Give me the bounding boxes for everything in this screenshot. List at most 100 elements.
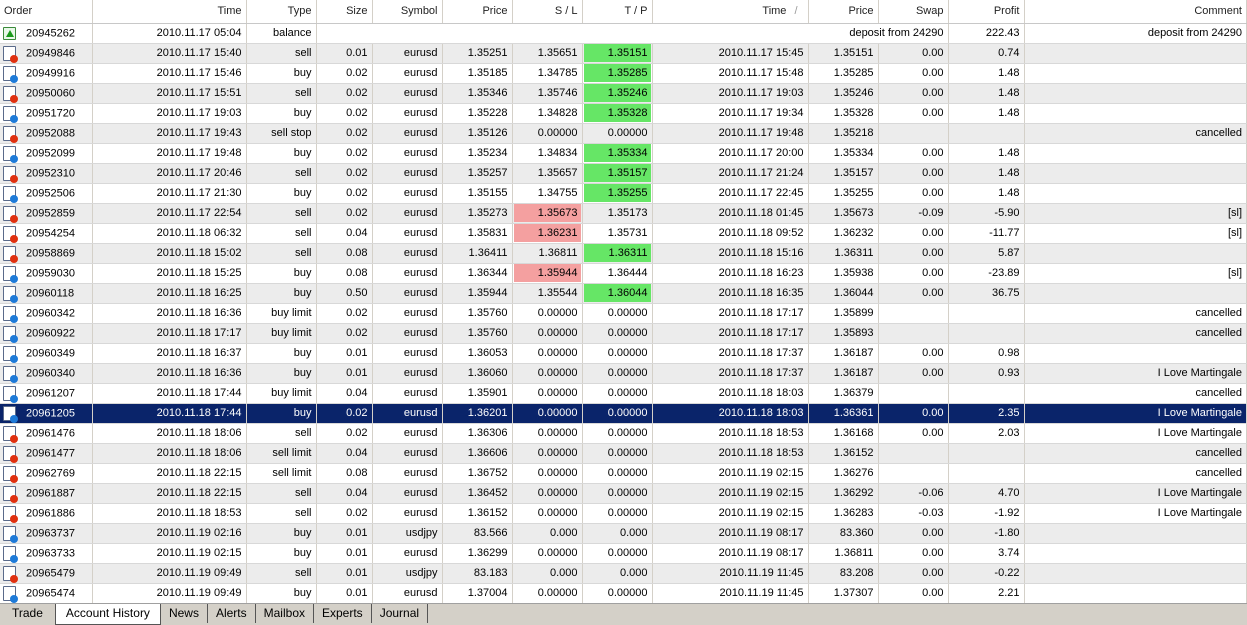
close-time-cell: 2010.11.18 18:53: [652, 423, 809, 444]
table-row[interactable]: 20961886 2010.11.18 18:53 sell 0.02 eurusd 1.…: [0, 503, 1247, 524]
table-row[interactable]: 20963737 2010.11.19 02:16 buy 0.01 usdjpy 83.…: [0, 523, 1247, 544]
comment-cell: [sl]: [1024, 203, 1247, 224]
profit-cell: 1.48: [948, 143, 1025, 164]
table-row[interactable]: 20952859 2010.11.17 22:54 sell 0.02 eurusd 1.…: [0, 203, 1247, 224]
column-label: Price: [482, 5, 508, 18]
column-header-close-price[interactable]: Price: [808, 0, 879, 24]
open-price-cell: 1.35831: [442, 223, 513, 244]
take-profit-cell: 1.35173: [582, 203, 653, 224]
open-price-cell: 1.36411: [442, 243, 513, 264]
open-price-cell: 1.35185: [442, 63, 513, 84]
comment-cell: [1024, 583, 1247, 604]
balance-row[interactable]: 20945262 2010.11.17 05:04 balance deposi…: [0, 23, 1247, 44]
column-header-profit[interactable]: Profit: [948, 0, 1025, 24]
column-header-order[interactable]: Order: [0, 0, 93, 24]
tab-account-history[interactable]: Account History: [54, 604, 161, 625]
open-time-cell: 2010.11.18 22:15: [92, 463, 247, 484]
size-cell: 0.01: [316, 343, 373, 364]
table-row[interactable]: 20961205 2010.11.18 17:44 buy 0.02 eurusd 1.3…: [0, 403, 1247, 424]
tab-mailbox[interactable]: Mailbox: [256, 604, 314, 623]
table-row[interactable]: 20960349 2010.11.18 16:37 buy 0.01 eurusd 1.3…: [0, 343, 1247, 364]
profit-cell: [948, 463, 1025, 484]
take-profit-cell: 1.35255: [582, 183, 653, 204]
table-row[interactable]: 20952506 2010.11.17 21:30 buy 0.02 eurusd 1.3…: [0, 183, 1247, 204]
table-row[interactable]: 20952088 2010.11.17 19:43 sell stop 0.02 eur…: [0, 123, 1247, 144]
column-header-take-profit[interactable]: T / P: [582, 0, 653, 24]
table-row[interactable]: 20963733 2010.11.19 02:15 buy 0.01 eurusd 1.3…: [0, 543, 1247, 564]
symbol-cell: usdjpy: [372, 563, 443, 584]
table-row[interactable]: 20961477 2010.11.18 18:06 sell limit 0.04 eu…: [0, 443, 1247, 464]
table-row[interactable]: 20958869 2010.11.18 15:02 sell 0.08 eurusd 1.…: [0, 243, 1247, 264]
open-price-cell: 83.183: [442, 563, 513, 584]
swap-cell: 0.00: [878, 83, 949, 104]
table-row[interactable]: 20961887 2010.11.18 22:15 sell 0.04 eurusd 1.…: [0, 483, 1247, 504]
table-row[interactable]: 20960922 2010.11.18 17:17 buy limit 0.02 eur…: [0, 323, 1247, 344]
table-row[interactable]: 20965479 2010.11.19 09:49 sell 0.01 usdjpy 83…: [0, 563, 1247, 584]
open-time-cell: 2010.11.17 19:43: [92, 123, 247, 144]
table-row[interactable]: 20954254 2010.11.18 06:32 sell 0.04 eurusd 1.…: [0, 223, 1247, 244]
column-header-size[interactable]: Size: [316, 0, 373, 24]
open-time-cell: 2010.11.18 16:25: [92, 283, 247, 304]
order-cell: 20952099: [0, 143, 93, 164]
stop-loss-cell: 1.34834: [512, 143, 583, 164]
swap-cell: [878, 463, 949, 484]
swap-cell: [878, 323, 949, 344]
type-cell: buy: [246, 583, 317, 604]
table-row[interactable]: 20960118 2010.11.18 16:25 buy 0.50 eurusd 1.3…: [0, 283, 1247, 304]
table-row[interactable]: 20950060 2010.11.17 15:51 sell 0.02 eurusd 1.…: [0, 83, 1247, 104]
table-row[interactable]: 20949916 2010.11.17 15:46 buy 0.02 eurusd 1.3…: [0, 63, 1247, 84]
column-header-stop-loss[interactable]: S / L: [512, 0, 583, 24]
close-time-cell: 2010.11.18 09:52: [652, 223, 809, 244]
table-row[interactable]: 20961476 2010.11.18 18:06 sell 0.02 eurusd 1.…: [0, 423, 1247, 444]
column-header-close-time[interactable]: Time /: [652, 0, 809, 24]
tab-experts[interactable]: Experts: [314, 604, 372, 623]
swap-cell: 0.00: [878, 543, 949, 564]
column-header-swap[interactable]: Swap: [878, 0, 949, 24]
column-header-open-time[interactable]: Time: [92, 0, 247, 24]
type-cell: sell stop: [246, 123, 317, 144]
order-cell: 20961207: [0, 383, 93, 404]
order-cell: 20952506: [0, 183, 93, 204]
column-header-type[interactable]: Type: [246, 0, 317, 24]
tab-trade[interactable]: Trade: [0, 604, 51, 623]
profit-cell: 1.48: [948, 183, 1025, 204]
table-row[interactable]: 20962769 2010.11.18 22:15 sell limit 0.08 eu…: [0, 463, 1247, 484]
tab-news[interactable]: News: [161, 604, 208, 623]
column-header-open-price[interactable]: Price: [442, 0, 513, 24]
swap-cell: 0.00: [878, 283, 949, 304]
close-time-cell: 2010.11.19 02:15: [652, 463, 809, 484]
type-cell: sell: [246, 503, 317, 524]
tab-alerts[interactable]: Alerts: [208, 604, 256, 623]
close-time-cell: 2010.11.17 19:48: [652, 123, 809, 144]
open-price-cell: 1.36060: [442, 363, 513, 384]
column-label: Comment: [1194, 5, 1242, 18]
buy-order-icon: [3, 285, 18, 302]
close-price-cell: 1.36292: [808, 483, 879, 504]
table-row[interactable]: 20961207 2010.11.18 17:44 buy limit 0.04 eur…: [0, 383, 1247, 404]
comment-cell: [1024, 103, 1247, 124]
open-price-cell: 1.35760: [442, 303, 513, 324]
size-cell: 0.01: [316, 43, 373, 64]
close-time-cell: 2010.11.17 20:00: [652, 143, 809, 164]
tab-journal[interactable]: Journal: [372, 604, 429, 623]
table-row[interactable]: 20952099 2010.11.17 19:48 buy 0.02 eurusd 1.3…: [0, 143, 1247, 164]
table-row[interactable]: 20959030 2010.11.18 15:25 buy 0.08 eurusd 1.3…: [0, 263, 1247, 284]
column-header-symbol[interactable]: Symbol: [372, 0, 443, 24]
open-price-cell: 1.37004: [442, 583, 513, 604]
table-row[interactable]: 20951720 2010.11.17 19:03 buy 0.02 eurusd 1.3…: [0, 103, 1247, 124]
column-label: Time: [217, 5, 242, 18]
symbol-cell: eurusd: [372, 103, 443, 124]
open-price-cell: 1.35760: [442, 323, 513, 344]
table-row[interactable]: 20949846 2010.11.17 15:40 sell 0.01 eurusd 1.…: [0, 43, 1247, 64]
comment-cell: [sl]: [1024, 223, 1247, 244]
stop-loss-cell: 0.00000: [512, 423, 583, 444]
table-row[interactable]: 20960342 2010.11.18 16:36 buy limit 0.02 eur…: [0, 303, 1247, 324]
swap-cell: 0.00: [878, 63, 949, 84]
close-price-cell: 1.36361: [808, 403, 879, 424]
table-row[interactable]: 20952310 2010.11.17 20:46 sell 0.02 eurusd 1.…: [0, 163, 1247, 184]
table-row[interactable]: 20965474 2010.11.19 09:49 buy 0.01 eurusd 1.3…: [0, 583, 1247, 604]
column-header-comment[interactable]: Comment: [1024, 0, 1247, 24]
table-row[interactable]: 20960340 2010.11.18 16:36 buy 0.01 eurusd 1.3…: [0, 363, 1247, 384]
size-cell: 0.08: [316, 463, 373, 484]
buy-order-icon: [3, 405, 18, 422]
